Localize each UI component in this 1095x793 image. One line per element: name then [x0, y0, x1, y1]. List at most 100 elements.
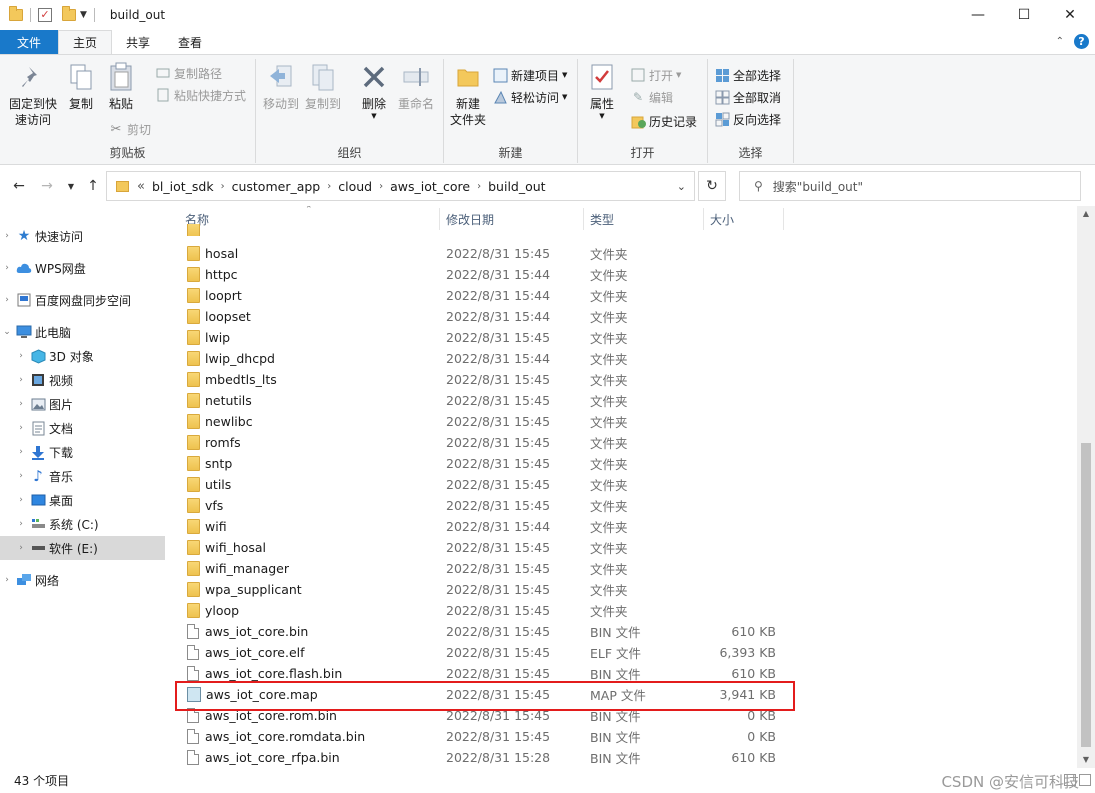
scroll-up-icon[interactable]: ▲	[1077, 206, 1095, 222]
table-row[interactable]: aws_iot_core_rfpa.bin 2022/8/31 15:28 BIN …	[175, 747, 785, 768]
table-row[interactable]: aws_iot_core.bin 2022/8/31 15:45 BIN 文件 610…	[175, 621, 785, 642]
file-name-cell[interactable]: loopset	[187, 309, 251, 324]
chevron-right-icon[interactable]: ›	[0, 263, 14, 273]
maximize-button[interactable]: ☐	[1001, 0, 1047, 30]
chevron-down-icon[interactable]: ⌄	[0, 327, 14, 337]
invert-selection-button[interactable]: 反向选择	[714, 109, 781, 129]
move-to-button[interactable]: 移动到	[262, 61, 300, 112]
table-row[interactable]: vfs 2022/8/31 15:45 文件夹	[175, 495, 785, 516]
file-name-cell[interactable]: aws_iot_core.flash.bin	[187, 666, 342, 681]
sidebar-item-desktop[interactable]: › 桌面	[0, 488, 165, 512]
back-button[interactable]: ←	[8, 175, 30, 197]
file-name-cell[interactable]: vfs	[187, 498, 223, 513]
sidebar-item-pictures[interactable]: › 图片	[0, 392, 165, 416]
sidebar-item-this-pc[interactable]: ⌄ 此电脑	[0, 320, 165, 344]
breadcrumb-item[interactable]: aws_iot_core	[385, 179, 475, 194]
file-name-cell[interactable]: romfs	[187, 435, 241, 450]
breadcrumb-separator-icon[interactable]: ›	[219, 181, 227, 192]
file-name-cell[interactable]: aws_iot_core_rfpa.bin	[187, 750, 340, 765]
sidebar-item-documents[interactable]: › 文档	[0, 416, 165, 440]
table-row[interactable]: httpc 2022/8/31 15:44 文件夹	[175, 264, 785, 285]
table-row[interactable]: wpa_supplicant 2022/8/31 15:45 文件夹	[175, 579, 785, 600]
table-row[interactable]: netutils 2022/8/31 15:45 文件夹	[175, 390, 785, 411]
paste-button[interactable]: 粘贴	[102, 61, 140, 112]
breadcrumb-overflow[interactable]: «	[135, 179, 147, 194]
file-name-cell[interactable]: newlibc	[187, 414, 253, 429]
chevron-right-icon[interactable]: ›	[14, 495, 28, 505]
tab-home[interactable]: 主页	[58, 30, 113, 54]
sidebar-item-drive-e[interactable]: › 软件 (E:)	[0, 536, 165, 560]
pin-quick-access-button[interactable]: 固定到快 速访问	[6, 61, 60, 128]
edit-button[interactable]: ✎ 编辑	[630, 87, 673, 107]
copy-path-button[interactable]: 复制路径	[155, 63, 222, 83]
sidebar-item-network[interactable]: › 网络	[0, 568, 165, 592]
table-row[interactable]: romfs 2022/8/31 15:45 文件夹	[175, 432, 785, 453]
file-name-cell[interactable]: lwip_dhcpd	[187, 351, 275, 366]
new-item-button[interactable]: 新建项目 ▼	[492, 65, 567, 85]
recent-locations-button[interactable]: ▼	[60, 175, 82, 197]
help-icon[interactable]: ?	[1074, 34, 1089, 49]
sidebar-item-downloads[interactable]: › 下载	[0, 440, 165, 464]
breadcrumb-item[interactable]: cloud	[333, 179, 377, 194]
sidebar-item-quick-access[interactable]: › ★ 快速访问	[0, 224, 165, 248]
table-row[interactable]: mbedtls_lts 2022/8/31 15:45 文件夹	[175, 369, 785, 390]
chevron-right-icon[interactable]: ›	[14, 447, 28, 457]
refresh-button[interactable]: ↻	[698, 171, 726, 201]
forward-button[interactable]: →	[36, 175, 58, 197]
table-row[interactable]: utils 2022/8/31 15:45 文件夹	[175, 474, 785, 495]
address-dropdown-icon[interactable]: ⌄	[677, 180, 686, 193]
address-bar[interactable]: « bl_iot_sdk › customer_app › cloud › aw…	[106, 171, 695, 201]
customize-quick-access-icon[interactable]: ▼	[80, 10, 87, 20]
paste-shortcut-button[interactable]: 粘贴快捷方式	[155, 85, 246, 105]
up-button[interactable]: ↑	[82, 175, 104, 197]
copy-to-button[interactable]: 复制到	[304, 61, 342, 112]
breadcrumb-separator-icon[interactable]: ›	[377, 181, 385, 192]
close-button[interactable]: ✕	[1047, 0, 1093, 30]
details-view-icon[interactable]	[1064, 774, 1076, 786]
large-icons-view-icon[interactable]	[1079, 774, 1091, 786]
table-row[interactable]: wifi_manager 2022/8/31 15:45 文件夹	[175, 558, 785, 579]
file-name-cell[interactable]: sntp	[187, 456, 232, 471]
table-row[interactable]: wifi 2022/8/31 15:44 文件夹	[175, 516, 785, 537]
file-name-cell[interactable]: lwip	[187, 330, 230, 345]
file-name-cell[interactable]: aws_iot_core.elf	[187, 645, 305, 660]
delete-dropdown-icon[interactable]: ▼	[371, 112, 376, 120]
breadcrumb-item[interactable]: bl_iot_sdk	[147, 179, 219, 194]
sidebar-item-music[interactable]: › ♪ 音乐	[0, 464, 165, 488]
rename-button[interactable]: 重命名	[394, 61, 438, 112]
chevron-right-icon[interactable]: ›	[14, 399, 28, 409]
file-name-cell[interactable]: wifi_manager	[187, 561, 289, 576]
chevron-right-icon[interactable]: ›	[0, 231, 14, 241]
file-name-cell[interactable]: mbedtls_lts	[187, 372, 277, 387]
chevron-right-icon[interactable]: ›	[14, 471, 28, 481]
file-name-cell[interactable]: wifi	[187, 519, 227, 534]
select-all-button[interactable]: 全部选择	[714, 65, 781, 85]
properties-dropdown-icon[interactable]: ▼	[599, 112, 604, 120]
table-row[interactable]: hosal 2022/8/31 15:45 文件夹	[175, 243, 785, 264]
table-row[interactable]: newlibc 2022/8/31 15:45 文件夹	[175, 411, 785, 432]
file-name-cell[interactable]: wpa_supplicant	[187, 582, 302, 597]
chevron-right-icon[interactable]: ›	[14, 423, 28, 433]
table-row[interactable]: loopset 2022/8/31 15:44 文件夹	[175, 306, 785, 327]
breadcrumb-separator-icon[interactable]: ›	[325, 181, 333, 192]
file-name-cell[interactable]: aws_iot_core.bin	[187, 624, 308, 639]
minimize-button[interactable]: —	[955, 0, 1001, 30]
table-row[interactable]: lwip_dhcpd 2022/8/31 15:44 文件夹	[175, 348, 785, 369]
sidebar-item-3d-objects[interactable]: › 3D 对象	[0, 344, 165, 368]
delete-button[interactable]: 删除 ▼	[356, 61, 392, 120]
chevron-right-icon[interactable]: ›	[0, 575, 14, 585]
chevron-right-icon[interactable]: ›	[0, 295, 14, 305]
easy-access-button[interactable]: 轻松访问 ▼	[492, 87, 567, 107]
table-row[interactable]: looprt 2022/8/31 15:44 文件夹	[175, 285, 785, 306]
scrollbar-thumb[interactable]	[1081, 443, 1091, 747]
sidebar-item-videos[interactable]: › 视频	[0, 368, 165, 392]
breadcrumb-separator-icon[interactable]: ›	[475, 181, 483, 192]
collapse-ribbon-icon[interactable]: ⌃	[1056, 36, 1064, 47]
open-button[interactable]: 打开 ▼	[630, 65, 681, 85]
history-button[interactable]: 历史记录	[630, 111, 697, 131]
chevron-right-icon[interactable]: ›	[14, 543, 28, 553]
file-name-cell[interactable]: hosal	[187, 246, 238, 261]
table-row[interactable]: aws_iot_core.romdata.bin 2022/8/31 15:45 B…	[175, 726, 785, 747]
file-name-cell[interactable]: aws_iot_core.romdata.bin	[187, 729, 365, 744]
breadcrumb-item[interactable]: build_out	[483, 179, 550, 194]
